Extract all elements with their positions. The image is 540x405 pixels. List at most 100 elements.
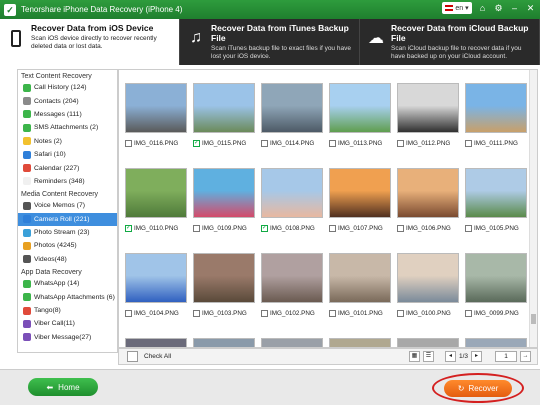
sidebar-item[interactable]: Messages (111) [18,108,117,121]
photo-thumbnail[interactable] [193,83,255,133]
recover-button[interactable]: ↻ Recover [444,380,512,397]
photo-checkbox[interactable]: ✓ [193,139,200,147]
photo-thumbnail[interactable] [329,168,391,218]
sidebar-item[interactable]: Call History (124) [18,81,117,94]
photo-thumbnail[interactable] [261,83,323,133]
photo-checkbox[interactable] [193,224,200,232]
next-page-button[interactable]: ▸ [471,351,482,362]
photo-thumbnail[interactable] [329,338,391,347]
photo-item[interactable]: IMG_0109.PNG [193,168,255,242]
photo-thumbnail[interactable] [125,253,187,303]
scrollbar-thumb[interactable] [531,314,536,324]
photo-thumbnail[interactable] [465,338,527,347]
photo-item[interactable]: IMG_0112.PNG [397,83,459,157]
sidebar-item[interactable]: Voice Memos (7) [18,199,117,212]
photo-thumbnail[interactable] [193,253,255,303]
minimize-icon[interactable]: – [509,2,520,14]
photo-thumbnail[interactable] [465,253,527,303]
photo-thumbnail[interactable] [125,168,187,218]
photo-checkbox[interactable] [261,309,268,317]
sidebar-item[interactable]: Viber Call(11) [18,317,117,330]
photo-checkbox[interactable] [465,139,472,147]
sidebar-item[interactable]: Contacts (204) [18,94,117,107]
gear-icon[interactable]: ⚙ [493,2,504,14]
home-icon[interactable]: ⌂ [477,2,488,14]
sidebar-item[interactable]: Safari (10) [18,148,117,161]
photo-item[interactable] [329,338,391,347]
language-selector[interactable]: en ▾ [442,2,472,14]
sidebar-item[interactable]: Photo Stream (23) [18,226,117,239]
photo-item[interactable]: IMG_0103.PNG [193,253,255,327]
photo-checkbox[interactable] [329,309,336,317]
photo-item[interactable]: IMG_0113.PNG [329,83,391,157]
photo-item[interactable]: IMG_0111.PNG [465,83,527,157]
photo-checkbox[interactable] [397,224,404,232]
sidebar-item[interactable]: Calendar (227) [18,161,117,174]
close-icon[interactable]: ✕ [525,2,536,14]
photo-item[interactable]: IMG_0106.PNG [397,168,459,242]
photo-checkbox[interactable] [465,309,472,317]
tab-icloud-backup[interactable]: ☁ Recover Data from iCloud Backup File Sc… [360,19,540,65]
photo-item[interactable] [465,338,527,347]
photo-checkbox[interactable] [465,224,472,232]
photo-item[interactable]: IMG_0105.PNG [465,168,527,242]
photo-item[interactable] [261,338,323,347]
photo-checkbox[interactable] [261,139,268,147]
sidebar-item[interactable]: WhatsApp (14) [18,277,117,290]
photo-item[interactable]: IMG_0107.PNG [329,168,391,242]
check-all-checkbox[interactable] [127,351,138,362]
photo-item[interactable]: IMG_0102.PNG [261,253,323,327]
photo-thumbnail[interactable] [125,83,187,133]
scrollbar[interactable] [529,70,537,347]
photo-checkbox[interactable] [125,139,132,147]
photo-thumbnail[interactable] [397,83,459,133]
sidebar-item[interactable]: Viber Message(27) [18,331,117,344]
photo-checkbox[interactable]: ✓ [125,224,132,232]
photo-checkbox[interactable] [125,309,132,317]
photo-item[interactable]: IMG_0101.PNG [329,253,391,327]
photo-item[interactable]: ✓ IMG_0108.PNG [261,168,323,242]
photo-checkbox[interactable] [329,139,336,147]
sidebar-item[interactable]: Reminders (348) [18,175,117,188]
sidebar-item[interactable]: WhatsApp Attachments (6) [18,290,117,303]
photo-checkbox[interactable]: ✓ [261,224,268,232]
home-button[interactable]: ⬅ Home [28,378,98,396]
grid-view-icon[interactable]: ▦ [408,351,420,362]
photo-checkbox[interactable] [193,309,200,317]
photo-item[interactable]: IMG_0116.PNG [125,83,187,157]
photo-item[interactable] [193,338,255,347]
photo-thumbnail[interactable] [465,168,527,218]
photo-item[interactable]: IMG_0104.PNG [125,253,187,327]
photo-thumbnail[interactable] [465,83,527,133]
photo-checkbox[interactable] [329,224,336,232]
photo-thumbnail[interactable] [329,83,391,133]
photo-thumbnail[interactable] [397,168,459,218]
photo-item[interactable]: IMG_0100.PNG [397,253,459,327]
tab-itunes-backup[interactable]: ♫ Recover Data from iTunes Backup File Sc… [180,19,360,65]
photo-item[interactable] [397,338,459,347]
photo-item[interactable]: ✓ IMG_0110.PNG [125,168,187,242]
tab-ios-device[interactable]: Recover Data from iOS Device Scan iOS dev… [0,19,180,65]
photo-thumbnail[interactable] [397,253,459,303]
photo-thumbnail[interactable] [397,338,459,347]
sidebar-item[interactable]: Videos(48) [18,253,117,266]
sidebar-item[interactable]: Photos (4245) [18,239,117,252]
sidebar-item[interactable]: Camera Roll (221) [18,212,117,226]
photo-thumbnail[interactable] [261,253,323,303]
sidebar-item[interactable]: SMS Attachments (2) [18,121,117,134]
photo-item[interactable]: IMG_0099.PNG [465,253,527,327]
photo-thumbnail[interactable] [125,338,187,347]
photo-checkbox[interactable] [397,309,404,317]
photo-thumbnail[interactable] [193,168,255,218]
sidebar-item[interactable]: Notes (2) [18,135,117,148]
photo-item[interactable]: IMG_0114.PNG [261,83,323,157]
photo-checkbox[interactable] [397,139,404,147]
list-view-icon[interactable]: ☰ [422,351,434,362]
photo-item[interactable] [125,338,187,347]
photo-thumbnail[interactable] [261,338,323,347]
go-button[interactable]: → [520,351,531,362]
photo-thumbnail[interactable] [329,253,391,303]
page-input[interactable]: 1 [495,351,517,362]
photo-thumbnail[interactable] [261,168,323,218]
sidebar-item[interactable]: Tango(8) [18,304,117,317]
